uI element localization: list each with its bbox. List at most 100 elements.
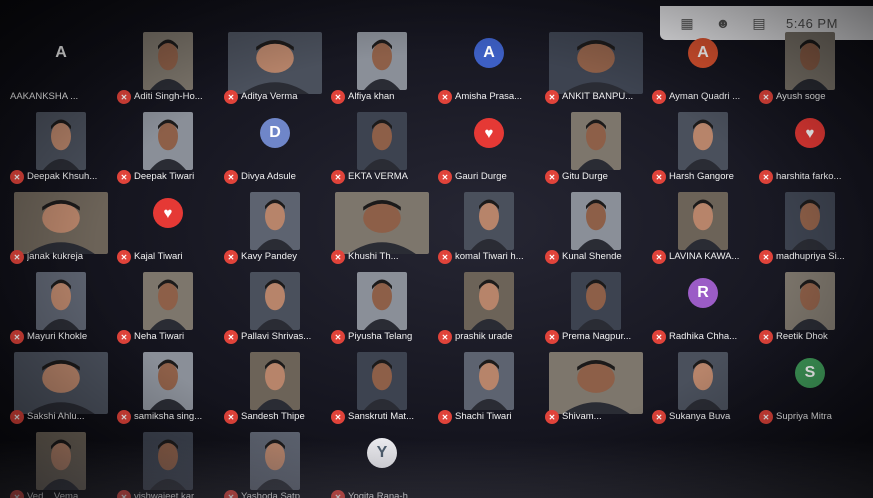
participant-name: Ayman Quadri ... — [669, 91, 741, 102]
participant-tile[interactable]: ♥ ✕ harshita farko... — [757, 108, 862, 186]
participant-tile[interactable]: ✕ Reetik Dhok — [757, 268, 862, 346]
participant-tile[interactable]: ✕ Ayush soge — [757, 28, 862, 106]
participant-tile[interactable]: ✕ Khushi Th... — [329, 188, 434, 266]
participant-name: Neha Tiwari — [134, 331, 185, 342]
mic-muted-icon: ✕ — [331, 170, 345, 184]
participant-name: Piyusha Telang — [348, 331, 413, 342]
mic-muted-icon: ✕ — [759, 170, 773, 184]
mic-muted-icon: ✕ — [10, 170, 24, 184]
mic-muted-icon: ✕ — [545, 410, 559, 424]
participant-tile[interactable]: ✕ Alfiya khan — [329, 28, 434, 106]
participant-name: komal Tiwari h... — [455, 251, 524, 262]
participant-video — [250, 352, 300, 410]
monitor-photo: ▦ ☻ ▤ 5:46 PM A AAKANKSHA ... ✕ Aditi Singh… — [0, 0, 873, 498]
participant-tile[interactable]: ✕ samiksha sing... — [115, 348, 220, 426]
participant-tile[interactable]: ♥ ✕ Gauri Durge — [436, 108, 541, 186]
mic-muted-icon: ✕ — [10, 330, 24, 344]
mic-muted-icon: ✕ — [117, 330, 131, 344]
participant-video — [464, 192, 514, 250]
mic-muted-icon: ✕ — [117, 410, 131, 424]
participant-video — [464, 272, 514, 330]
mic-muted-icon: ✕ — [652, 250, 666, 264]
participant-video — [143, 112, 193, 170]
participant-tile[interactable]: ♥ ✕ Kajal Tiwari — [115, 188, 220, 266]
participant-tile[interactable]: ✕ Aditya Verma — [222, 28, 327, 106]
mic-muted-icon: ✕ — [224, 90, 238, 104]
participant-tile[interactable]: S ✕ Supriya Mitra — [757, 348, 862, 426]
participant-video — [36, 112, 86, 170]
participant-name: Sakshi Ahlu... — [27, 411, 85, 422]
participant-tile[interactable]: ✕ Harsh Gangore — [650, 108, 755, 186]
participant-video — [143, 352, 193, 410]
mic-muted-icon: ✕ — [759, 90, 773, 104]
mic-muted-icon: ✕ — [652, 90, 666, 104]
heart-avatar-icon: ♥ — [153, 198, 183, 228]
participant-tile[interactable]: ✕ Deepak Tiwari — [115, 108, 220, 186]
participant-video — [143, 272, 193, 330]
participant-name: Reetik Dhok — [776, 331, 828, 342]
participant-tile[interactable]: ✕ LAVINA KAWA... — [650, 188, 755, 266]
participant-name: EKTA VERMA — [348, 171, 409, 182]
avatar-initial: D — [260, 118, 290, 148]
participant-video — [678, 192, 728, 250]
participant-tile[interactable]: A AAKANKSHA ... — [8, 28, 113, 106]
participant-tile[interactable]: ✕ janak kukreja — [8, 188, 113, 266]
mic-muted-icon: ✕ — [117, 90, 131, 104]
mic-muted-icon: ✕ — [331, 250, 345, 264]
participant-tile[interactable]: ✕ Prema Nagpur... — [543, 268, 648, 346]
mic-muted-icon: ✕ — [652, 170, 666, 184]
participant-video — [571, 112, 621, 170]
participant-tile[interactable]: ✕ Deepak Khsuh... — [8, 108, 113, 186]
participant-tile[interactable]: ✕ madhupriya Si... — [757, 188, 862, 266]
participant-tile[interactable]: ✕ Sanskruti Mat... — [329, 348, 434, 426]
participant-tile[interactable]: ✕ Sukanya Buva — [650, 348, 755, 426]
avatar-initial: A — [688, 38, 718, 68]
participant-tile[interactable]: ✕ Neha Tiwari — [115, 268, 220, 346]
participant-tile[interactable]: ✕ Kavy Pandey — [222, 188, 327, 266]
participant-name: Deepak Khsuh... — [27, 171, 98, 182]
participant-video — [143, 32, 193, 90]
participant-tile[interactable]: ✕ Piyusha Telang — [329, 268, 434, 346]
mic-muted-icon: ✕ — [331, 410, 345, 424]
participant-tile[interactable]: ✕ ANKIT BANPU... — [543, 28, 648, 106]
participant-tile[interactable]: ✕ Shachi Tiwari — [436, 348, 541, 426]
participant-name: Aditya Verma — [241, 91, 298, 102]
avatar-initial: A — [474, 38, 504, 68]
mic-muted-icon: ✕ — [438, 170, 452, 184]
participant-name: prashik urade — [455, 331, 513, 342]
participant-name: Divya Adsule — [241, 171, 296, 182]
participant-tile[interactable]: ✕ Gitu Durge — [543, 108, 648, 186]
participant-tile[interactable]: A ✕ Amisha Prasa... — [436, 28, 541, 106]
participant-name: Pallavi Shrivas... — [241, 331, 312, 342]
participant-name: Kajal Tiwari — [134, 251, 183, 262]
mic-muted-icon: ✕ — [224, 170, 238, 184]
participant-grid: A AAKANKSHA ... ✕ Aditi Singh-Ho... ✕ Aditya … — [8, 28, 873, 498]
participant-video — [357, 352, 407, 410]
participant-tile[interactable]: ✕ Kunal Shende — [543, 188, 648, 266]
mic-muted-icon: ✕ — [438, 330, 452, 344]
participant-tile[interactable]: ✕ Mayuri Khokle — [8, 268, 113, 346]
mic-muted-icon: ✕ — [331, 330, 345, 344]
avatar-initial: R — [688, 278, 718, 308]
participant-tile[interactable]: R ✕ Radhika Chha... — [650, 268, 755, 346]
participant-name: Alfiya khan — [348, 91, 395, 102]
participant-tile[interactable]: ✕ prashik urade — [436, 268, 541, 346]
participant-name: Kunal Shende — [562, 251, 622, 262]
participant-tile[interactable]: D ✕ Divya Adsule — [222, 108, 327, 186]
participant-video — [549, 352, 643, 414]
participant-tile[interactable]: ✕ Sandesh Thipe — [222, 348, 327, 426]
participant-name: Prema Nagpur... — [562, 331, 632, 342]
participant-tile[interactable]: ✕ Sakshi Ahlu... — [8, 348, 113, 426]
mic-muted-icon: ✕ — [759, 410, 773, 424]
avatar-initial: A — [55, 44, 67, 61]
participant-tile[interactable]: ✕ EKTA VERMA — [329, 108, 434, 186]
participant-tile[interactable]: ✕ Pallavi Shrivas... — [222, 268, 327, 346]
mic-muted-icon: ✕ — [10, 250, 24, 264]
participant-tile[interactable]: ✕ Aditi Singh-Ho... — [115, 28, 220, 106]
participant-video — [549, 32, 643, 94]
participant-tile[interactable]: A ✕ Ayman Quadri ... — [650, 28, 755, 106]
mic-muted-icon: ✕ — [224, 250, 238, 264]
participant-video — [250, 192, 300, 250]
participant-tile[interactable]: ✕ Shivam... — [543, 348, 648, 426]
participant-tile[interactable]: ✕ komal Tiwari h... — [436, 188, 541, 266]
